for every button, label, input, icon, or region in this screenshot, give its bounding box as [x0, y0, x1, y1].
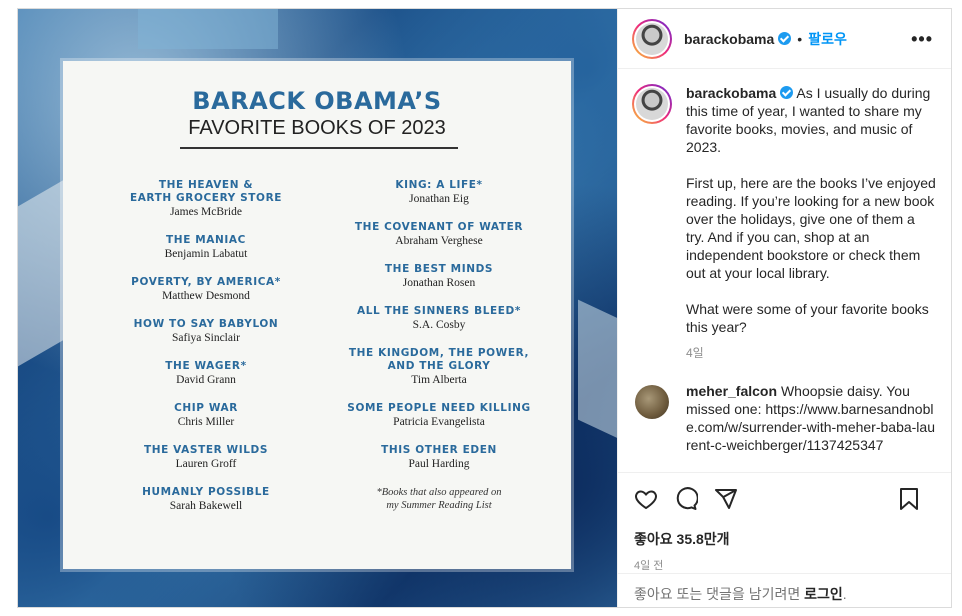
book-column-right: KING: A LIFE* Jonathan Eig THE COVENANT OF… — [321, 179, 557, 512]
follow-button[interactable]: 팔로우 — [808, 29, 847, 49]
book-author: Patricia Evangelista — [393, 416, 485, 428]
book-title: HOW TO SAY BABYLON — [133, 318, 279, 330]
book-author: David Grann — [176, 374, 236, 386]
post-image[interactable]: BARACK OBAMA’S FAVORITE BOOKS OF 2023 TH… — [18, 9, 617, 607]
book-entry: THE WAGER* David Grann — [101, 360, 311, 387]
caption-username[interactable]: barackobama — [686, 85, 776, 101]
book-author: Abraham Verghese — [395, 235, 483, 247]
book-author: Sarah Bakewell — [169, 500, 243, 512]
book-entry: ALL THE SINNERS BLEED* S.A. Cosby — [321, 305, 557, 332]
book-title: THE MANIAC — [166, 234, 246, 246]
book-entry: POVERTY, BY AMERICA* Matthew Desmond — [101, 276, 311, 303]
more-options-icon[interactable]: ••• — [911, 29, 933, 50]
heart-icon[interactable] — [634, 487, 658, 511]
post-header: barackobama • 팔로우 ••• — [618, 9, 951, 69]
book-title: ALL THE SINNERS BLEED* — [357, 305, 521, 317]
book-entry: THE HEAVEN & EARTH GROCERY STORE James Mc… — [101, 179, 311, 219]
card-title: BARACK OBAMA’S — [192, 87, 442, 115]
verified-icon — [780, 86, 794, 99]
book-title: CHIP WAR — [174, 402, 238, 414]
book-title: THE BEST MINDS — [384, 263, 494, 275]
book-column-left: THE HEAVEN & EARTH GROCERY STORE James Mc… — [101, 179, 311, 528]
book-entry: HUMANLY POSSIBLE Sarah Bakewell — [101, 486, 311, 513]
book-author: Safiya Sinclair — [171, 332, 241, 344]
caption-timestamp[interactable]: 4일 — [686, 344, 937, 362]
book-entry: THE BEST MINDS Jonathan Rosen — [321, 263, 557, 290]
username-link[interactable]: barackobama — [684, 31, 774, 47]
book-author: Matthew Desmond — [162, 290, 250, 302]
book-title: SOME PEOPLE NEED KILLING — [347, 402, 531, 414]
avatar[interactable] — [632, 18, 672, 59]
book-entry: THIS OTHER EDEN Paul Harding — [321, 444, 557, 471]
book-title: POVERTY, BY AMERICA* — [131, 276, 281, 288]
like-count[interactable]: 좋아요 35.8만개 — [634, 529, 935, 549]
instagram-post: BARACK OBAMA’S FAVORITE BOOKS OF 2023 TH… — [17, 8, 952, 608]
book-entry: KING: A LIFE* Jonathan Eig — [321, 179, 557, 206]
book-entry: CHIP WAR Chris Miller — [101, 402, 311, 429]
action-icons — [634, 473, 935, 525]
book-title: THE VASTER WILDS — [143, 444, 268, 456]
share-icon[interactable] — [714, 487, 738, 511]
book-author: S.A. Cosby — [412, 319, 466, 331]
book-entry: THE COVENANT OF WATER Abraham Verghese — [321, 221, 557, 248]
book-author: Benjamin Labatut — [164, 248, 248, 260]
post-actions: 좋아요 35.8만개 4일 전 좋아요 또는 댓글을 남기려면 로그인. — [618, 472, 951, 602]
book-author: Tim Alberta — [411, 374, 467, 386]
login-link[interactable]: 로그인 — [804, 586, 843, 602]
card-subtitle: FAVORITE BOOKS OF 2023 — [188, 117, 446, 139]
book-author: Jonathan Eig — [409, 193, 469, 205]
book-title: THE COVENANT OF WATER — [354, 221, 524, 233]
comments-area[interactable]: barackobama As I usually do during this … — [618, 70, 951, 472]
book-title: THE WAGER* — [165, 360, 247, 372]
comment: meher_falcon Whoopsie daisy. You missed … — [632, 382, 937, 454]
book-title: THE HEAVEN & EARTH GROCERY STORE — [129, 179, 283, 204]
book-author: Chris Miller — [177, 416, 235, 428]
paint-shard — [578, 299, 617, 439]
verified-icon — [778, 32, 792, 45]
login-prompt: 좋아요 또는 댓글을 남기려면 로그인. — [618, 573, 951, 614]
comment-username[interactable]: meher_falcon — [686, 383, 777, 399]
posted-time[interactable]: 4일 전 — [634, 557, 935, 573]
title-divider — [180, 147, 458, 149]
book-entry: HOW TO SAY BABYLON Safiya Sinclair — [101, 318, 311, 345]
book-entry: THE KINGDOM, THE POWER, AND THE GLORY Tim… — [321, 347, 557, 387]
book-title: KING: A LIFE* — [395, 179, 483, 191]
bookmark-icon[interactable] — [899, 487, 919, 511]
avatar[interactable] — [632, 84, 672, 124]
login-prompt-suffix: . — [842, 586, 847, 602]
book-author: James McBride — [170, 206, 242, 218]
book-title: THIS OTHER EDEN — [381, 444, 497, 456]
book-author: Jonathan Rosen — [402, 277, 476, 289]
summer-list-note: *Books that also appeared on my Summer R… — [376, 487, 502, 511]
avatar[interactable] — [635, 385, 669, 419]
comment-icon[interactable] — [674, 487, 698, 511]
book-author: Paul Harding — [408, 458, 470, 470]
book-entry: SOME PEOPLE NEED KILLING Patricia Evangel… — [321, 402, 557, 429]
paint-shard — [138, 9, 278, 49]
book-title: THE KINGDOM, THE POWER, AND THE GLORY — [348, 347, 530, 372]
book-title: HUMANLY POSSIBLE — [142, 486, 270, 498]
post-side-panel: barackobama • 팔로우 ••• barackobama As I u… — [617, 9, 951, 607]
book-entry: THE MANIAC Benjamin Labatut — [101, 234, 311, 261]
book-entry: THE VASTER WILDS Lauren Groff — [101, 444, 311, 471]
caption-text-2: First up, here are the books I’ve enjoye… — [686, 175, 936, 281]
caption: barackobama As I usually do during this … — [632, 84, 937, 362]
book-list-card: BARACK OBAMA’S FAVORITE BOOKS OF 2023 TH… — [63, 61, 571, 569]
book-author: Lauren Groff — [175, 458, 237, 470]
login-prompt-text: 좋아요 또는 댓글을 남기려면 — [634, 586, 801, 602]
separator-dot: • — [797, 30, 803, 47]
caption-text-3: What were some of your favorite books th… — [686, 301, 929, 335]
